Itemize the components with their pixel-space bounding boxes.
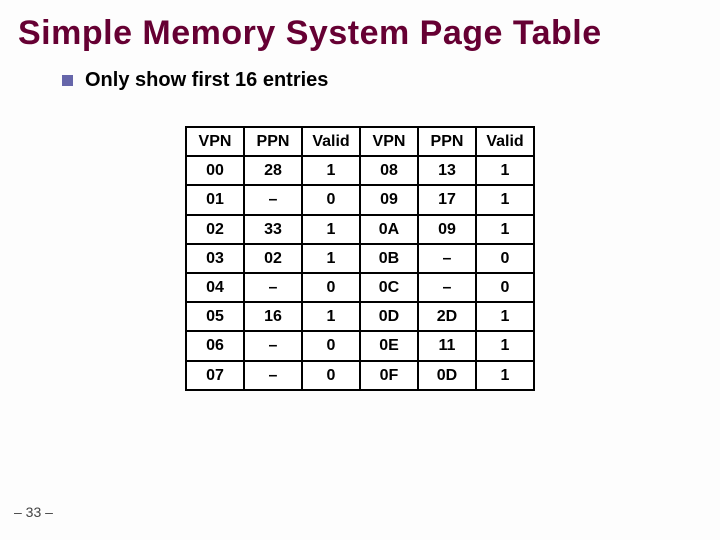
col-vpn-1: VPN — [186, 127, 244, 156]
col-ppn-1: PPN — [244, 127, 302, 156]
bullet-item: Only show first 16 entries — [62, 69, 720, 92]
table-cell: 1 — [476, 331, 534, 360]
table-cell: 11 — [418, 331, 476, 360]
table-cell: 13 — [418, 156, 476, 185]
table-cell: 17 — [418, 185, 476, 214]
table-cell: 28 — [244, 156, 302, 185]
table-cell: 02 — [244, 244, 302, 273]
table-cell: 04 — [186, 273, 244, 302]
table-row: 04–00C–0 — [186, 273, 534, 302]
table-row: 0028108131 — [186, 156, 534, 185]
table-cell: 00 — [186, 156, 244, 185]
page-table: VPN PPN Valid VPN PPN Valid 002810813101… — [185, 126, 535, 391]
table-cell: 0C — [360, 273, 418, 302]
table-row: 023310A091 — [186, 215, 534, 244]
table-cell: 08 — [360, 156, 418, 185]
table-cell: 0 — [302, 361, 360, 390]
table-cell: 0A — [360, 215, 418, 244]
table-cell: 01 — [186, 185, 244, 214]
table-cell: 03 — [186, 244, 244, 273]
table-cell: 0 — [302, 185, 360, 214]
table-cell: 2D — [418, 302, 476, 331]
table-cell: 1 — [302, 302, 360, 331]
slide-title: Simple Memory System Page Table — [0, 0, 720, 63]
table-cell: 0B — [360, 244, 418, 273]
table-cell: 1 — [476, 185, 534, 214]
table-cell: 16 — [244, 302, 302, 331]
col-valid-1: Valid — [302, 127, 360, 156]
col-ppn-2: PPN — [418, 127, 476, 156]
table-cell: 0 — [476, 244, 534, 273]
table-cell: – — [244, 361, 302, 390]
table-cell: 0D — [360, 302, 418, 331]
table-cell: – — [418, 244, 476, 273]
table-cell: 07 — [186, 361, 244, 390]
table-cell: 0 — [476, 273, 534, 302]
table-cell: 09 — [418, 215, 476, 244]
table-cell: – — [244, 331, 302, 360]
table-cell: 0E — [360, 331, 418, 360]
table-cell: 1 — [476, 215, 534, 244]
table-row: 06–00E111 — [186, 331, 534, 360]
table-row: 07–00F0D1 — [186, 361, 534, 390]
table-cell: 0 — [302, 331, 360, 360]
table-cell: – — [418, 273, 476, 302]
table-cell: 1 — [302, 244, 360, 273]
table-cell: – — [244, 185, 302, 214]
table-row: 030210B–0 — [186, 244, 534, 273]
table-cell: 02 — [186, 215, 244, 244]
table-cell: 1 — [302, 156, 360, 185]
table-cell: 1 — [476, 156, 534, 185]
bullet-text: Only show first 16 entries — [85, 69, 328, 92]
table-row: 01–009171 — [186, 185, 534, 214]
table-cell: 1 — [302, 215, 360, 244]
slide-number: – 33 – — [14, 504, 53, 520]
table-cell: 0F — [360, 361, 418, 390]
table-cell: 0D — [418, 361, 476, 390]
table-cell: 33 — [244, 215, 302, 244]
table-cell: 09 — [360, 185, 418, 214]
table-cell: 1 — [476, 361, 534, 390]
table-cell: 05 — [186, 302, 244, 331]
bullet-icon — [62, 75, 73, 86]
col-valid-2: Valid — [476, 127, 534, 156]
table-row: 051610D2D1 — [186, 302, 534, 331]
table-cell: 1 — [476, 302, 534, 331]
table-cell: – — [244, 273, 302, 302]
table-header-row: VPN PPN Valid VPN PPN Valid — [186, 127, 534, 156]
table-cell: 0 — [302, 273, 360, 302]
table-cell: 06 — [186, 331, 244, 360]
col-vpn-2: VPN — [360, 127, 418, 156]
